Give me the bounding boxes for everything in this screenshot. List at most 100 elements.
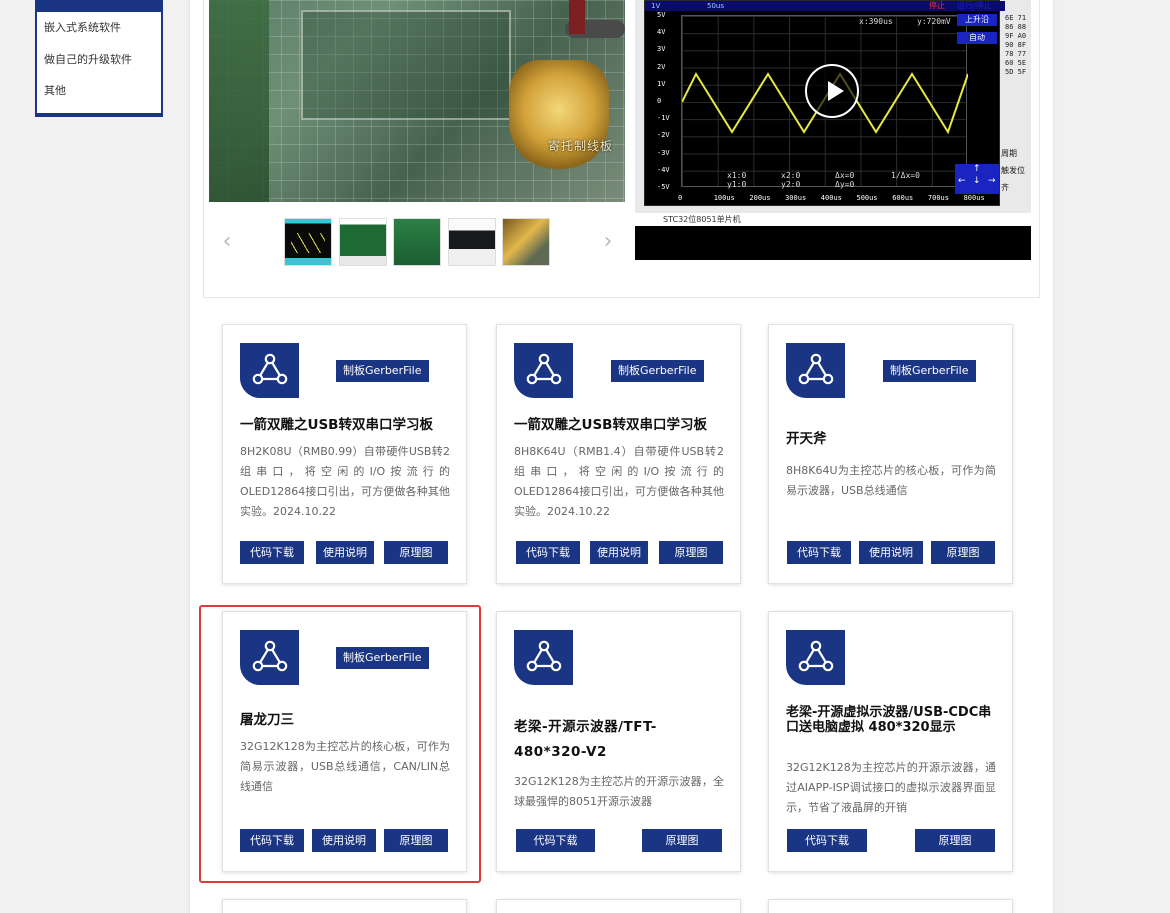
product-card: 制板GerberFile 一箭双雕之USB转双串口学习板 8H8K64U（RMB… xyxy=(496,324,741,584)
code-download-button[interactable]: 代码下载 xyxy=(787,541,851,564)
code-download-button[interactable]: 代码下载 xyxy=(516,829,595,852)
x-tick-label: 800us xyxy=(963,194,985,202)
video-frame-footer: STC32位8051单片机 xyxy=(635,213,1031,226)
gallery-thumb-dragon[interactable] xyxy=(502,218,550,266)
page: 嵌入式系统软件 做自己的升级软件 其他 寄托制线板 ‹ › 1V 50us 5V… xyxy=(0,0,1170,913)
gerber-file-button[interactable]: 制板GerberFile xyxy=(336,360,429,382)
oscilloscope-nav-arrows-icon: ↑ ← ↓ → xyxy=(955,164,999,194)
y-tick-label: 3V xyxy=(657,45,666,54)
gallery-thumb-pcb-3[interactable] xyxy=(448,218,496,266)
schematic-button[interactable]: 原理图 xyxy=(642,829,722,852)
run-stop-label: 运行/停止 xyxy=(957,1,992,10)
y-tick-label: -3V xyxy=(657,148,670,157)
readout-inv-dx: 1/Δx=0 xyxy=(891,171,920,180)
y-tick-label: 5V xyxy=(657,11,666,19)
card-title[interactable]: 老梁-开源示波器/TFT-480*320-V2 xyxy=(514,715,726,765)
side-menu: 嵌入式系统软件 做自己的升级软件 其他 xyxy=(35,0,163,117)
usb-cable-red-image xyxy=(569,0,585,34)
play-icon[interactable] xyxy=(805,64,859,118)
y-tick-label: -5V xyxy=(657,183,670,191)
gallery-prev-arrow-icon[interactable]: ‹ xyxy=(217,229,237,254)
card-description: 32G12K128为主控芯片的开源示波器，通过AIAPP-ISP调试接口的虚拟示… xyxy=(786,761,996,814)
oscilloscope-toolbar: 1V 50us xyxy=(645,1,1005,11)
hex-values-column: 6E 71 86 88 9F A0 90 8F 78 77 60 5E 5D 5F xyxy=(1005,14,1031,77)
schematic-button[interactable]: 原理图 xyxy=(659,541,723,564)
y-tick-label: -1V xyxy=(657,114,670,123)
toolbar-volts: 1V xyxy=(651,2,661,10)
schematic-button[interactable]: 原理图 xyxy=(931,541,995,564)
x-tick-label: 200us xyxy=(749,194,771,202)
x-tick-label: 700us xyxy=(927,194,949,202)
x-tick-label: 100us xyxy=(713,194,735,202)
hex-value: 9F A0 xyxy=(1005,32,1027,40)
card-title[interactable]: 开天斧 xyxy=(786,430,998,449)
x-tick-label: 300us xyxy=(785,194,807,202)
side-label: 齐 xyxy=(1001,183,1009,192)
product-logo-icon xyxy=(240,343,299,398)
cursor-y-readout: y:720mV xyxy=(917,17,951,26)
readout-y2: y2:0 xyxy=(781,180,801,189)
readout-dx: Δx=0 xyxy=(835,171,855,180)
hex-value: 5D 5F xyxy=(1005,68,1027,76)
gallery-next-arrow-icon[interactable]: › xyxy=(598,229,618,254)
product-card-partial xyxy=(222,899,467,913)
y-tick-label: -4V xyxy=(657,165,670,174)
selection-highlight-box xyxy=(199,605,481,883)
code-download-button[interactable]: 代码下载 xyxy=(516,541,580,564)
card-title[interactable]: 一箭双雕之USB转双串口学习板 xyxy=(514,416,726,435)
card-description: 8H8K64U（RMB1.4）自带硬件USB转2组串口，将空闲的I/O按流行的O… xyxy=(514,445,724,518)
side-menu-item-upgrade-software[interactable]: 做自己的升级软件 xyxy=(37,44,161,76)
hex-value: 60 5E xyxy=(1005,59,1027,67)
hex-value: 86 88 xyxy=(1005,23,1027,31)
readout-y1: y1:0 xyxy=(727,180,747,189)
product-logo-icon xyxy=(514,630,573,685)
stop-label: 停止 xyxy=(929,1,945,10)
x-tick-label: 600us xyxy=(892,194,914,202)
toolbar-time: 50us xyxy=(707,2,724,10)
product-card-partial xyxy=(496,899,741,913)
y-tick-label: 0 xyxy=(657,97,662,105)
product-logo-icon xyxy=(786,630,845,685)
x-tick-label: 500us xyxy=(856,194,878,202)
gerber-file-button[interactable]: 制板GerberFile xyxy=(611,360,704,382)
gallery-thumb-pcb-2[interactable] xyxy=(393,218,441,266)
schematic-button[interactable]: 原理图 xyxy=(384,541,448,564)
card-title[interactable]: 老梁-开源虚拟示波器/USB-CDC串口送电脑虚拟 480*320显示 xyxy=(786,705,998,735)
cursor-x-readout: x:390us xyxy=(859,17,893,26)
product-card: 老梁-开源示波器/TFT-480*320-V2 32G12K128为主控芯片的开… xyxy=(496,611,741,872)
product-card: 制板GerberFile 开天斧 8H8K64U为主控芯片的核心板，可作为简易示… xyxy=(768,324,1013,584)
readout-x1: x1:0 xyxy=(727,171,747,180)
y-tick-label: -2V xyxy=(657,131,670,140)
schematic-button[interactable]: 原理图 xyxy=(915,829,995,852)
gerber-file-button[interactable]: 制板GerberFile xyxy=(883,360,976,382)
gallery-image-caption: 寄托制线板 xyxy=(547,139,613,153)
side-menu-item-embedded-software[interactable]: 嵌入式系统软件 xyxy=(37,12,161,44)
y-tick-label: 1V xyxy=(657,79,666,88)
card-description: 32G12K128为主控芯片的开源示波器，全球最强悍的8051开源示波器 xyxy=(514,775,724,808)
product-logo-icon xyxy=(786,343,845,398)
manual-button[interactable]: 使用说明 xyxy=(316,541,374,564)
hex-value: 90 8F xyxy=(1005,41,1027,49)
product-card: 老梁-开源虚拟示波器/USB-CDC串口送电脑虚拟 480*320显示 32G1… xyxy=(768,611,1013,872)
side-label: 周期 xyxy=(1001,149,1017,158)
product-card: 制板GerberFile 一箭双雕之USB转双串口学习板 8H2K08U（RMB… xyxy=(222,324,467,584)
card-description: 8H2K08U（RMB0.99）自带硬件USB转2组串口，将空闲的I/O按流行的… xyxy=(240,445,450,518)
side-menu-item-other[interactable]: 其他 xyxy=(37,75,161,107)
card-title[interactable]: 一箭双雕之USB转双串口学习板 xyxy=(240,416,452,435)
readout-x2: x2:0 xyxy=(781,171,801,180)
y-tick-label: 2V xyxy=(657,62,666,71)
gallery-main-image[interactable]: 寄托制线板 xyxy=(209,0,625,202)
demo-video-player[interactable]: 1V 50us 5V 4V 3V 2V 1V 0 -1V -2V -3V -4V -5V 0 100u… xyxy=(635,0,1031,260)
code-download-button[interactable]: 代码下载 xyxy=(787,829,867,852)
product-card-partial xyxy=(768,899,1013,913)
readout-dy: Δy=0 xyxy=(835,180,855,189)
manual-button[interactable]: 使用说明 xyxy=(859,541,923,564)
gallery-thumb-pcb-1[interactable] xyxy=(339,218,387,266)
y-tick-label: 4V xyxy=(657,28,666,37)
oscilloscope-screen-image xyxy=(301,10,511,120)
gallery-thumb-oscilloscope[interactable] xyxy=(284,218,332,266)
manual-button[interactable]: 使用说明 xyxy=(590,541,648,564)
hex-value: 78 77 xyxy=(1005,50,1027,58)
side-labels: 周期 触发位齐 xyxy=(1001,148,1031,199)
code-download-button[interactable]: 代码下载 xyxy=(240,541,304,564)
